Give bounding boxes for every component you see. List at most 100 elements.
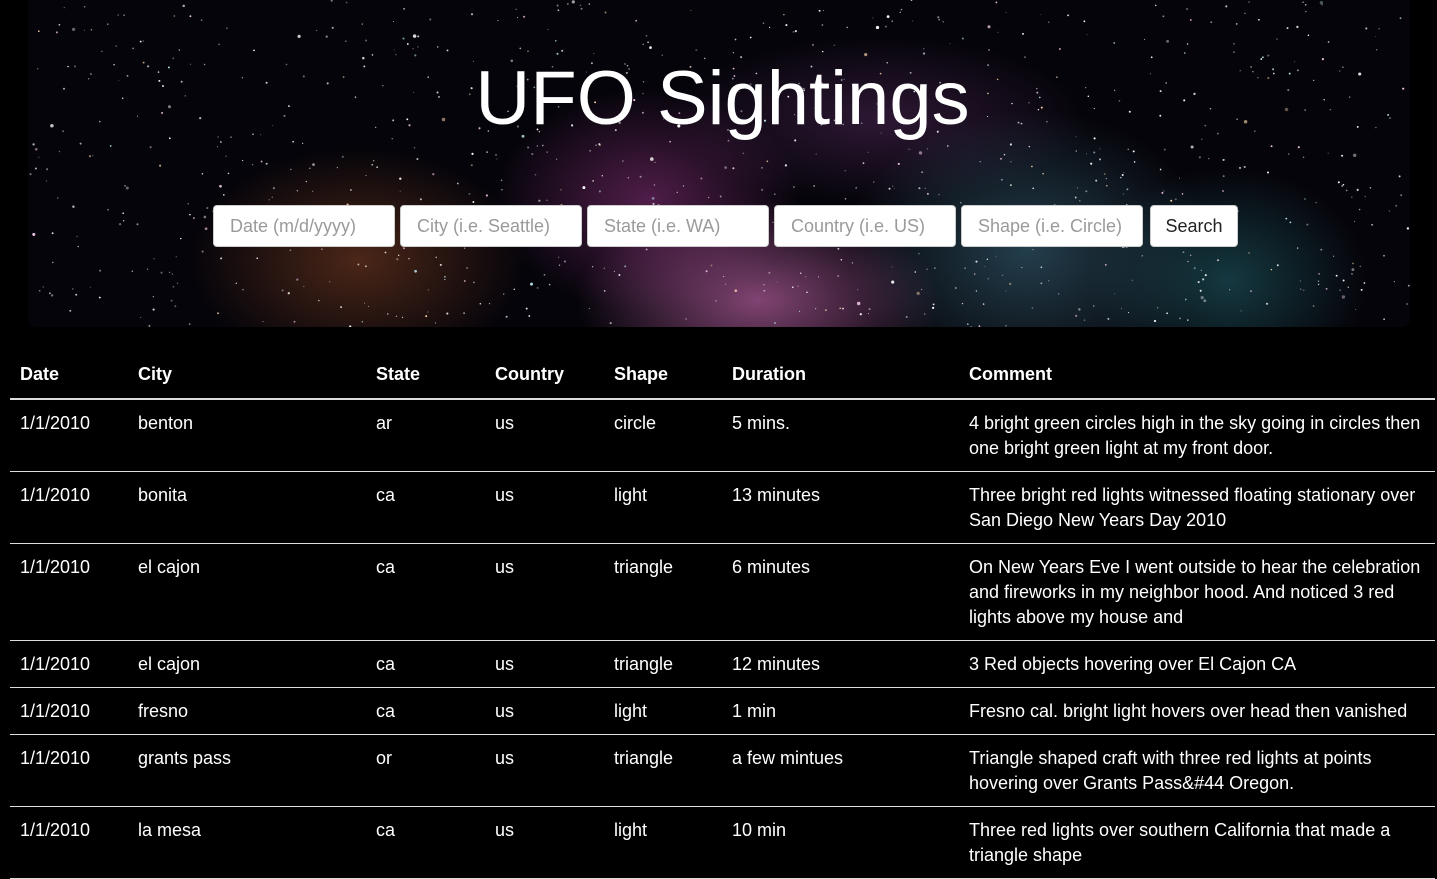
star-dot — [867, 151, 869, 153]
star-dot — [1238, 166, 1242, 169]
star-dot — [1399, 17, 1402, 20]
star-dot — [924, 187, 926, 190]
city-filter-input[interactable] — [400, 205, 582, 247]
star-dot — [975, 290, 978, 292]
star-dot — [1342, 183, 1345, 186]
star-dot — [57, 197, 59, 199]
star-dot — [900, 8, 903, 11]
star-dot — [867, 313, 869, 315]
star-dot — [1179, 317, 1181, 320]
star-dot — [833, 44, 836, 47]
table-body: 1/1/2010 benton ar us circle 5 mins. 4 b… — [10, 399, 1435, 879]
star-dot — [1199, 289, 1202, 292]
star-dot — [1132, 150, 1135, 153]
star-dot — [77, 245, 79, 248]
star-dot — [1085, 153, 1088, 155]
column-header-city[interactable]: City — [128, 350, 366, 400]
cell-city: el cajon — [128, 543, 366, 641]
star-dot — [1120, 176, 1122, 179]
cell-comment: Triangle shaped craft with three red lig… — [959, 734, 1435, 807]
star-dot — [1099, 148, 1101, 150]
column-header-duration[interactable]: Duration — [722, 350, 959, 400]
star-dot — [1337, 181, 1340, 184]
shape-filter-input[interactable] — [961, 205, 1143, 247]
star-dot — [914, 271, 917, 273]
star-dot — [396, 258, 399, 261]
star-dot — [1184, 298, 1187, 301]
star-dot — [1127, 148, 1129, 150]
star-dot — [811, 43, 815, 47]
search-button[interactable]: Search — [1150, 205, 1238, 247]
star-dot — [1163, 190, 1165, 192]
star-dot — [761, 167, 763, 169]
state-filter-input[interactable] — [587, 205, 769, 247]
star-dot — [722, 275, 725, 278]
star-dot — [429, 18, 432, 21]
star-dot — [140, 316, 142, 319]
star-dot — [937, 16, 940, 19]
star-dot — [872, 17, 874, 19]
star-dot — [987, 25, 991, 29]
star-dot — [1032, 248, 1034, 251]
starfield-background — [29, 0, 1410, 327]
star-dot — [182, 4, 185, 8]
star-dot — [1250, 290, 1252, 293]
star-dot — [32, 143, 35, 146]
star-dot — [1210, 21, 1213, 24]
star-dot — [875, 25, 880, 30]
star-dot — [815, 153, 817, 155]
star-dot — [516, 16, 519, 19]
cell-country: us — [485, 734, 604, 807]
star-dot — [357, 263, 360, 266]
star-dot — [367, 305, 370, 307]
star-dot — [412, 34, 417, 38]
star-dot — [219, 184, 222, 188]
star-dot — [603, 267, 605, 269]
date-filter-input[interactable] — [213, 205, 395, 247]
column-header-date[interactable]: Date — [10, 350, 128, 400]
star-dot — [734, 289, 738, 293]
star-dot — [146, 268, 149, 270]
star-dot — [792, 286, 794, 288]
column-header-shape[interactable]: Shape — [604, 350, 722, 400]
star-dot — [732, 167, 735, 170]
star-dot — [891, 20, 893, 22]
star-dot — [1355, 308, 1357, 310]
star-dot — [1005, 11, 1007, 13]
star-dot — [783, 14, 785, 16]
star-dot — [296, 189, 299, 192]
star-dot — [846, 26, 849, 29]
star-dot — [558, 256, 560, 258]
star-dot — [1244, 12, 1246, 15]
star-dot — [1315, 201, 1317, 204]
star-dot — [978, 325, 981, 327]
star-dot — [427, 311, 429, 313]
star-dot — [201, 250, 204, 253]
star-dot — [793, 186, 795, 188]
cell-country: us — [485, 806, 604, 879]
cell-city: fresno — [128, 687, 366, 735]
star-dot — [1233, 51, 1235, 53]
star-dot — [325, 35, 328, 38]
star-dot — [988, 49, 990, 51]
star-dot — [916, 291, 920, 296]
column-header-comment[interactable]: Comment — [959, 350, 1435, 400]
star-dot — [647, 41, 649, 43]
cell-date: 1/1/2010 — [10, 543, 128, 641]
star-dot — [1371, 223, 1373, 226]
star-dot — [172, 285, 175, 288]
star-dot — [907, 148, 909, 150]
header-row: Date City State Country Shape Duration C… — [10, 350, 1435, 400]
column-header-country[interactable]: Country — [485, 350, 604, 400]
star-dot — [650, 157, 654, 161]
country-filter-input[interactable] — [774, 205, 956, 247]
star-dot — [446, 49, 449, 52]
star-dot — [488, 302, 491, 305]
column-header-state[interactable]: State — [366, 350, 485, 400]
star-dot — [926, 192, 929, 195]
star-dot — [206, 206, 209, 210]
cell-state: ar — [366, 399, 485, 472]
star-dot — [1000, 157, 1002, 160]
star-dot — [1074, 196, 1077, 199]
star-dot — [384, 251, 387, 254]
